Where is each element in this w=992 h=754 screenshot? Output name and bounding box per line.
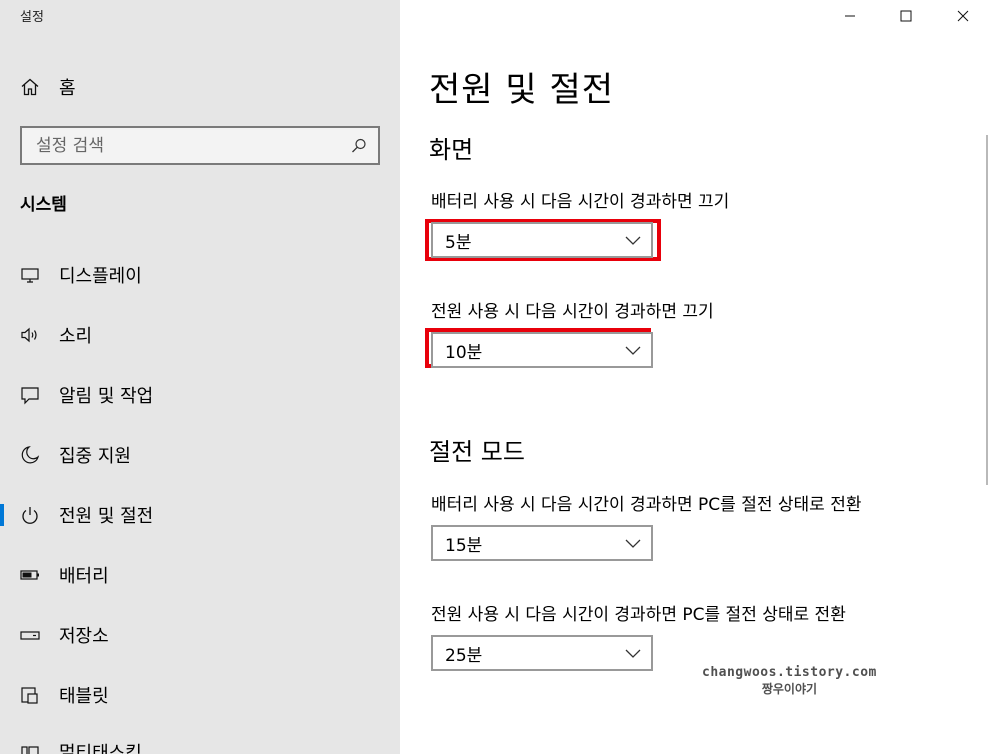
maximize-button[interactable] [877,0,935,32]
dropdown-value: 5분 [445,232,472,253]
search-icon[interactable] [350,137,368,155]
sidebar: 설정 홈 시스템 디스플레이 소리 알림 및 작업 집중 지원 [0,0,400,754]
close-icon [957,10,969,22]
sleep-battery-label: 배터리 사용 시 다음 시간이 경과하면 PC를 절전 상태로 전환 [431,495,862,515]
sidebar-item-label: 멀티태스킹 [59,743,142,754]
app-title: 설정 [20,10,44,25]
screen-battery-dropdown[interactable]: 5분 [431,222,653,258]
search-box[interactable] [20,126,380,165]
sidebar-item-multitasking[interactable]: 멀티태스킹 [0,732,400,754]
speaker-icon [20,325,40,345]
sidebar-item-display[interactable]: 디스플레이 [0,255,400,295]
sidebar-item-label: 저장소 [59,626,109,647]
notification-icon [20,385,40,405]
multitasking-icon [20,742,40,754]
minimize-button[interactable] [821,0,879,32]
watermark-name: 짱우이야기 [761,682,818,696]
sidebar-item-label: 전원 및 절전 [59,506,154,527]
sleep-power-dropdown[interactable]: 25분 [431,635,653,671]
screen-heading: 화면 [429,136,474,164]
main-content: 전원 및 절전 화면 배터리 사용 시 다음 시간이 경과하면 끄기 5분 전원… [400,0,992,754]
minimize-icon [845,15,855,17]
chevron-down-icon [625,346,641,355]
power-icon [20,505,40,525]
sidebar-item-battery[interactable]: 배터리 [0,555,400,595]
home-icon [20,77,40,97]
dropdown-value: 25분 [445,645,483,666]
screen-power-dropdown[interactable]: 10분 [431,332,653,368]
sidebar-item-power-sleep[interactable]: 전원 및 절전 [0,495,400,535]
section-title: 시스템 [20,195,67,215]
sidebar-item-tablet[interactable]: 태블릿 [0,675,400,715]
moon-icon [20,445,40,465]
chevron-down-icon [625,236,641,245]
close-button[interactable] [934,0,992,32]
sleep-heading: 절전 모드 [429,438,525,466]
dropdown-value: 15분 [445,535,483,556]
scrollbar[interactable] [986,135,988,485]
storage-icon [20,625,40,645]
sidebar-item-label: 집중 지원 [59,446,131,467]
sidebar-item-sound[interactable]: 소리 [0,315,400,355]
watermark: changwoos.tistory.com 짱우이야기 [702,665,877,697]
screen-power-label: 전원 사용 시 다음 시간이 경과하면 끄기 [431,302,714,322]
tablet-icon [20,685,40,705]
home-nav-item[interactable]: 홈 [20,74,76,100]
sidebar-item-storage[interactable]: 저장소 [0,615,400,655]
search-input[interactable] [22,128,342,163]
home-label: 홈 [59,78,76,99]
battery-icon [20,565,40,585]
sidebar-item-label: 알림 및 작업 [59,386,154,407]
screen-battery-label: 배터리 사용 시 다음 시간이 경과하면 끄기 [431,192,730,212]
sidebar-item-focus-assist[interactable]: 집중 지원 [0,435,400,475]
monitor-icon [20,265,40,285]
sidebar-item-label: 배터리 [59,566,109,587]
chevron-down-icon [625,539,641,548]
maximize-icon [900,10,912,22]
sidebar-item-label: 태블릿 [59,686,109,707]
sidebar-item-label: 디스플레이 [59,266,142,287]
dropdown-value: 10분 [445,342,483,363]
chevron-down-icon [625,649,641,658]
page-title: 전원 및 절전 [429,70,615,110]
watermark-url: changwoos.tistory.com [702,665,877,680]
sidebar-item-notifications[interactable]: 알림 및 작업 [0,375,400,415]
sleep-power-label: 전원 사용 시 다음 시간이 경과하면 PC를 절전 상태로 전환 [431,605,846,625]
sidebar-item-label: 소리 [59,326,93,347]
sleep-battery-dropdown[interactable]: 15분 [431,525,653,561]
